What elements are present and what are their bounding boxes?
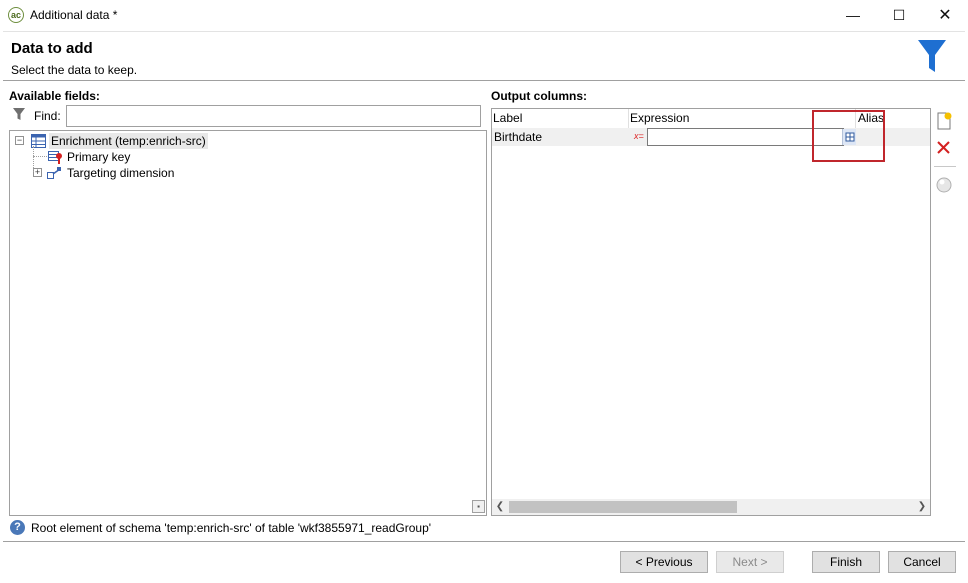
filter-funnel-icon bbox=[918, 40, 946, 72]
app-icon: ac bbox=[8, 7, 24, 23]
column-header-label[interactable]: Label bbox=[492, 109, 629, 128]
tree-connector bbox=[33, 156, 47, 157]
tree-item-label: Primary key bbox=[67, 150, 131, 164]
output-columns-grid[interactable]: Label Expression Alias Birthdate x= ❮ ❯ bbox=[491, 108, 931, 516]
disk-icon bbox=[936, 177, 952, 193]
header-divider bbox=[3, 80, 965, 81]
page-title: Data to add bbox=[11, 40, 93, 57]
toolbar-divider bbox=[934, 166, 956, 167]
window-title: Additional data * bbox=[30, 8, 118, 22]
find-label: Find: bbox=[34, 109, 61, 123]
wizard-header: Data to add Select the data to keep. bbox=[3, 31, 965, 81]
previous-button[interactable]: < Previous bbox=[620, 551, 708, 573]
find-input[interactable] bbox=[66, 105, 481, 127]
primary-key-icon bbox=[48, 151, 62, 164]
tree-item-label: Enrichment (temp:enrich-src) bbox=[49, 133, 208, 149]
add-column-button[interactable] bbox=[934, 111, 954, 131]
close-button[interactable]: ✕ bbox=[922, 0, 968, 31]
scroll-right-icon[interactable]: ❯ bbox=[916, 499, 928, 515]
link-icon bbox=[47, 167, 61, 179]
resize-grip-icon[interactable]: ▪ bbox=[472, 500, 485, 513]
collapse-icon[interactable]: − bbox=[15, 136, 24, 145]
scroll-left-icon[interactable]: ❮ bbox=[494, 499, 506, 515]
delete-icon bbox=[937, 141, 950, 154]
available-fields-tree[interactable]: − Enrichment (temp:enrich-src) Primary k… bbox=[9, 130, 487, 516]
status-text: Root element of schema 'temp:enrich-src'… bbox=[31, 521, 432, 535]
filter-icon bbox=[13, 108, 25, 120]
tree-item-primary-key[interactable]: Primary key bbox=[48, 149, 248, 165]
available-fields-label: Available fields: bbox=[9, 89, 100, 103]
finish-button[interactable]: Finish bbox=[812, 551, 880, 573]
tree-item-targeting-dimension[interactable]: + Targeting dimension bbox=[32, 165, 232, 181]
expression-icon: x= bbox=[634, 131, 644, 141]
detail-button[interactable] bbox=[934, 174, 954, 194]
add-document-icon bbox=[937, 112, 952, 130]
scrollbar-thumb[interactable] bbox=[509, 501, 737, 513]
tree-item-enrichment[interactable]: − Enrichment (temp:enrich-src) bbox=[14, 133, 214, 149]
expand-icon[interactable]: + bbox=[33, 168, 42, 177]
title-bar: ac Additional data * — ☐ ✕ bbox=[0, 0, 968, 31]
delete-column-button[interactable] bbox=[934, 138, 954, 158]
row-label-cell[interactable]: Birthdate bbox=[494, 129, 542, 145]
tree-item-label: Targeting dimension bbox=[67, 166, 175, 180]
minimize-button[interactable]: — bbox=[830, 0, 876, 31]
page-subtitle: Select the data to keep. bbox=[11, 63, 138, 77]
next-button[interactable]: Next > bbox=[716, 551, 784, 573]
help-icon: ? bbox=[10, 520, 25, 535]
footer-divider bbox=[3, 541, 965, 542]
maximize-button[interactable]: ☐ bbox=[876, 0, 922, 31]
cancel-button[interactable]: Cancel bbox=[888, 551, 956, 573]
output-columns-label: Output columns: bbox=[491, 89, 587, 103]
horizontal-scrollbar[interactable]: ❮ ❯ bbox=[492, 499, 930, 515]
tree-connector bbox=[33, 146, 34, 172]
annotation-highlight-box bbox=[812, 110, 885, 162]
